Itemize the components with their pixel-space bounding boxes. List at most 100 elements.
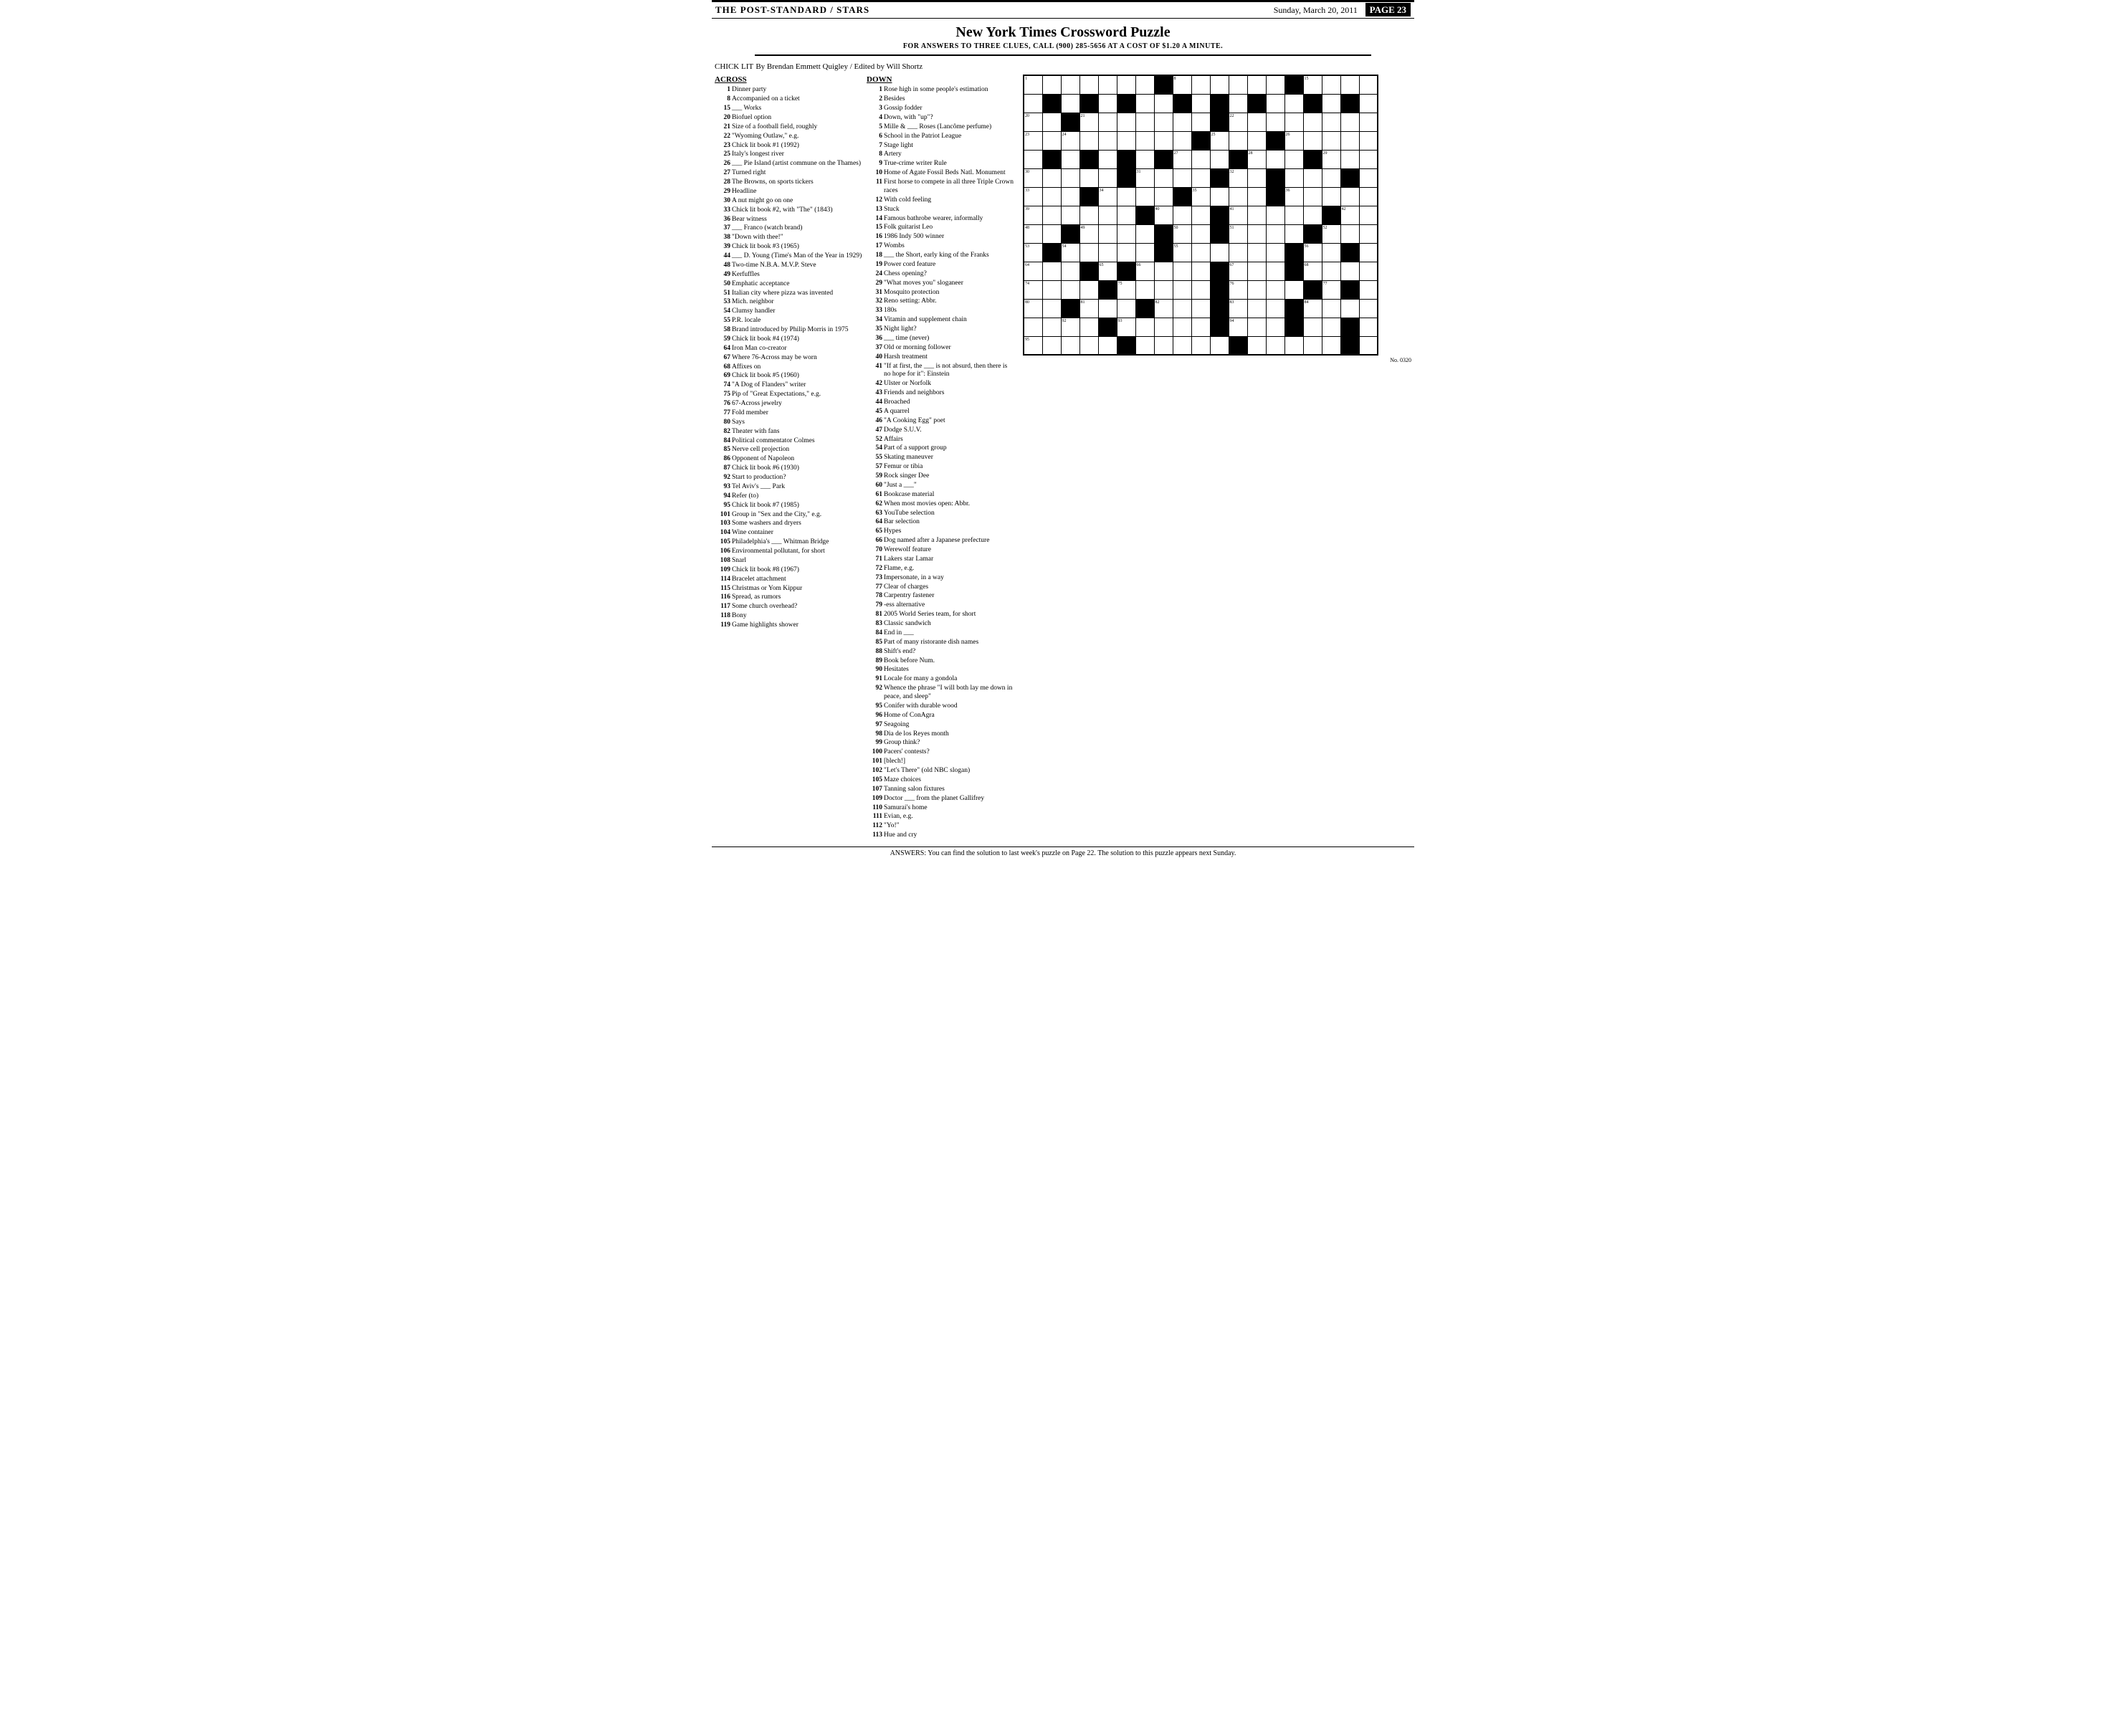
- clue-entry: 49Kerfuffles: [715, 271, 864, 280]
- grid-cell: [1061, 299, 1079, 318]
- grid-cell: 51: [1229, 224, 1247, 243]
- clue-entry: 79-ess alternative: [867, 601, 1016, 610]
- grid-cell: 31: [1135, 168, 1154, 187]
- clue-entry: 64Bar selection: [867, 518, 1016, 527]
- grid-cell: [1284, 280, 1303, 299]
- grid-cell: [1154, 336, 1173, 355]
- grid-cell: 42: [1340, 206, 1359, 224]
- grid-cell: [1042, 318, 1061, 336]
- clue-entry: 110Samurai's home: [867, 804, 1016, 813]
- grid-cell: [1359, 150, 1378, 168]
- grid-cell: [1098, 299, 1117, 318]
- grid-cell: 55: [1173, 243, 1191, 262]
- clue-entry: 10Home of Agate Fossil Beds Natl. Monume…: [867, 169, 1016, 178]
- grid-cell: 50: [1173, 224, 1191, 243]
- grid-cell: [1061, 168, 1079, 187]
- clue-entry: 37Old or morning follower: [867, 344, 1016, 353]
- grid-cell: [1210, 206, 1229, 224]
- clue-entry: 34Vitamin and supplement chain: [867, 316, 1016, 325]
- grid-cell: [1042, 206, 1061, 224]
- grid-cell: [1135, 243, 1154, 262]
- crossword-grid: 1815202122232425262728293031323334353639…: [1023, 75, 1378, 356]
- grid-cell: [1098, 318, 1117, 336]
- grid-cell: [1340, 243, 1359, 262]
- clue-entry: 7Stage light: [867, 142, 1016, 151]
- grid-cell: [1061, 150, 1079, 168]
- grid-cell: [1098, 280, 1117, 299]
- grid-cell: [1098, 168, 1117, 187]
- clue-entry: 83Classic sandwich: [867, 620, 1016, 629]
- grid-cell: [1135, 94, 1154, 113]
- grid-cell: [1135, 206, 1154, 224]
- grid-cell: [1340, 280, 1359, 299]
- grid-cell: [1173, 318, 1191, 336]
- grid-cell: [1303, 206, 1322, 224]
- clue-entry: 38"Down with thee!": [715, 234, 864, 242]
- grid-cell: [1266, 168, 1284, 187]
- grid-cell: [1042, 150, 1061, 168]
- grid-cell: [1229, 336, 1247, 355]
- clue-entry: 98Dia de los Reyes month: [867, 730, 1016, 739]
- grid-cell: [1322, 299, 1340, 318]
- grid-cell: [1173, 336, 1191, 355]
- grid-cell: [1284, 262, 1303, 280]
- clue-entry: 61Bookcase material: [867, 491, 1016, 500]
- grid-cell: 83: [1229, 299, 1247, 318]
- grid-cell: 74: [1024, 280, 1042, 299]
- clue-entry: 75Pip of "Great Expectations," e.g.: [715, 391, 864, 399]
- grid-cell: [1266, 299, 1284, 318]
- grid-cell: [1061, 75, 1079, 94]
- grid-cell: [1284, 150, 1303, 168]
- grid-cell: [1117, 113, 1135, 131]
- grid-cell: 32: [1229, 168, 1247, 187]
- clue-entry: 8Accompanied on a ticket: [715, 95, 864, 104]
- clue-entry: 68Affixes on: [715, 363, 864, 372]
- clue-entry: 102"Let's There" (old NBC slogan): [867, 767, 1016, 776]
- grid-cell: [1191, 168, 1210, 187]
- grid-cell: 26: [1284, 131, 1303, 150]
- grid-cell: [1061, 280, 1079, 299]
- grid-cell: [1098, 336, 1117, 355]
- clue-entry: 55P.R. locale: [715, 317, 864, 325]
- grid-cell: [1322, 262, 1340, 280]
- grid-cell: 65: [1098, 262, 1117, 280]
- clue-entry: 45A quarrel: [867, 408, 1016, 416]
- clue-entry: 22"Wyoming Outlaw," e.g.: [715, 133, 864, 141]
- clue-entry: 54Part of a support group: [867, 444, 1016, 453]
- grid-cell: [1173, 94, 1191, 113]
- grid-cell: [1154, 262, 1173, 280]
- grid-cell: [1322, 206, 1340, 224]
- grid-cell: [1135, 187, 1154, 206]
- clue-entry: 105Philadelphia's ___ Whitman Bridge: [715, 538, 864, 547]
- grid-cell: [1359, 262, 1378, 280]
- grid-cell: [1359, 113, 1378, 131]
- grid-cell: [1117, 94, 1135, 113]
- clue-entry: 9True-crime writer Rule: [867, 160, 1016, 168]
- clue-entry: 43Friends and neighbors: [867, 389, 1016, 398]
- grid-cell: 41: [1229, 206, 1247, 224]
- clue-entry: 57Femur or tibia: [867, 463, 1016, 472]
- clue-entry: 94Refer (to): [715, 492, 864, 501]
- grid-cell: [1117, 168, 1135, 187]
- grid-cell: [1359, 318, 1378, 336]
- grid-cell: [1098, 113, 1117, 131]
- clue-entry: 117Some church overhead?: [715, 603, 864, 611]
- grid-cell: [1266, 187, 1284, 206]
- clue-entry: 101[blech!]: [867, 758, 1016, 766]
- grid-cell: [1210, 262, 1229, 280]
- grid-cell: [1173, 262, 1191, 280]
- grid-cell: [1303, 150, 1322, 168]
- clue-entry: 101Group in "Sex and the City," e.g.: [715, 511, 864, 520]
- grid-cell: 40: [1154, 206, 1173, 224]
- grid-cell: [1340, 262, 1359, 280]
- across-clues-col1: ACROSS 1Dinner party 8Accompanied on a t…: [715, 75, 864, 841]
- clue-entry: 23Chick lit book #1 (1992): [715, 142, 864, 151]
- grid-cell: [1266, 150, 1284, 168]
- grid-cell: [1135, 75, 1154, 94]
- grid-cell: 77: [1322, 280, 1340, 299]
- clue-entry: 29"What moves you" sloganeer: [867, 280, 1016, 288]
- grid-cell: [1135, 299, 1154, 318]
- grid-cell: [1191, 75, 1210, 94]
- grid-cell: [1229, 187, 1247, 206]
- clue-entry: 6School in the Patriot League: [867, 133, 1016, 141]
